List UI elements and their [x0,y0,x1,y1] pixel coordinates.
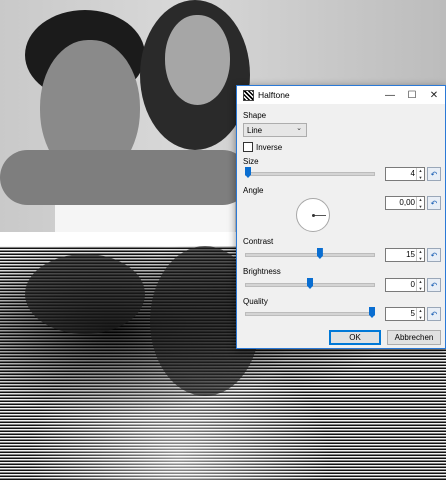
maximize-button[interactable]: ☐ [401,86,423,104]
ok-button[interactable]: OK [329,330,381,345]
brightness-reset-button[interactable]: ↶ [427,278,441,292]
shape-label: Shape [243,111,267,120]
spin-up-icon[interactable]: ▲ [419,279,423,284]
angle-value: 0,00 [399,198,415,207]
size-spin-arrows[interactable]: ▲ ▼ [416,168,424,180]
contrast-slider[interactable] [245,248,375,259]
shape-select[interactable]: Line ⌄ [243,123,307,137]
contrast-value: 15 [406,250,415,259]
spin-down-icon[interactable]: ▼ [419,256,423,261]
reset-icon: ↶ [430,169,438,179]
size-spinbox[interactable]: 4 ▲ ▼ [385,167,425,181]
chevron-down-icon: ⌄ [296,125,302,132]
size-value: 4 [410,169,415,178]
shape-value: Line [247,125,263,135]
angle-label: Angle [243,186,264,195]
angle-reset-button[interactable]: ↶ [427,196,441,210]
size-reset-button[interactable]: ↶ [427,167,441,181]
contrast-label: Contrast [243,237,274,246]
preview-man-hair [25,254,145,334]
size-label: Size [243,157,259,166]
reset-icon: ↶ [430,309,438,319]
dialog-title: Halftone [258,90,290,100]
angle-spin-arrows[interactable]: ▲ ▼ [416,197,424,209]
quality-spinbox[interactable]: 5 ▲ ▼ [385,307,425,321]
size-slider[interactable] [245,167,375,178]
title-bar[interactable]: Halftone — ☐ ✕ [237,86,445,104]
brightness-slider-thumb[interactable] [307,278,313,289]
brightness-spinbox[interactable]: 0 ▲ ▼ [385,278,425,292]
quality-value: 5 [410,309,415,318]
spin-down-icon[interactable]: ▼ [419,175,423,180]
quality-label: Quality [243,297,268,306]
angle-spinbox[interactable]: 0,00 ▲ ▼ [385,196,425,210]
brightness-spin-arrows[interactable]: ▲ ▼ [416,279,424,291]
spin-up-icon[interactable]: ▲ [419,197,423,202]
inverse-checkbox-box[interactable] [243,142,253,152]
halftone-app-icon [243,89,254,101]
brightness-slider[interactable] [245,278,375,289]
quality-slider-thumb[interactable] [369,307,375,318]
halftone-dialog: Halftone — ☐ ✕ Shape Line ⌄ Inverse Size… [236,85,446,349]
brightness-value: 0 [410,280,415,289]
reset-icon: ↶ [430,198,438,208]
contrast-spin-arrows[interactable]: ▲ ▼ [416,249,424,261]
spin-up-icon[interactable]: ▲ [419,168,423,173]
minimize-button[interactable]: — [379,86,401,104]
contrast-slider-thumb[interactable] [316,248,323,259]
cancel-button[interactable]: Abbrechen [387,330,441,345]
inverse-label: Inverse [256,142,283,152]
inverse-checkbox[interactable]: Inverse [243,142,282,152]
quality-spin-arrows[interactable]: ▲ ▼ [416,308,424,320]
reset-icon: ↶ [430,250,438,260]
reset-icon: ↶ [430,280,438,290]
close-button[interactable]: ✕ [423,86,445,104]
spin-up-icon[interactable]: ▲ [419,308,423,313]
quality-slider[interactable] [245,307,375,318]
spin-up-icon[interactable]: ▲ [419,249,423,254]
angle-dial[interactable] [296,198,330,232]
contrast-reset-button[interactable]: ↶ [427,248,441,262]
size-slider-thumb[interactable] [245,167,251,178]
brightness-label: Brightness [243,267,281,276]
quality-reset-button[interactable]: ↶ [427,307,441,321]
contrast-spinbox[interactable]: 15 ▲ ▼ [385,248,425,262]
spin-down-icon[interactable]: ▼ [419,204,423,209]
photo-woman-face [165,15,230,105]
spin-down-icon[interactable]: ▼ [419,315,423,320]
angle-needle [313,214,326,216]
spin-down-icon[interactable]: ▼ [419,286,423,291]
photo-arm [0,150,250,205]
